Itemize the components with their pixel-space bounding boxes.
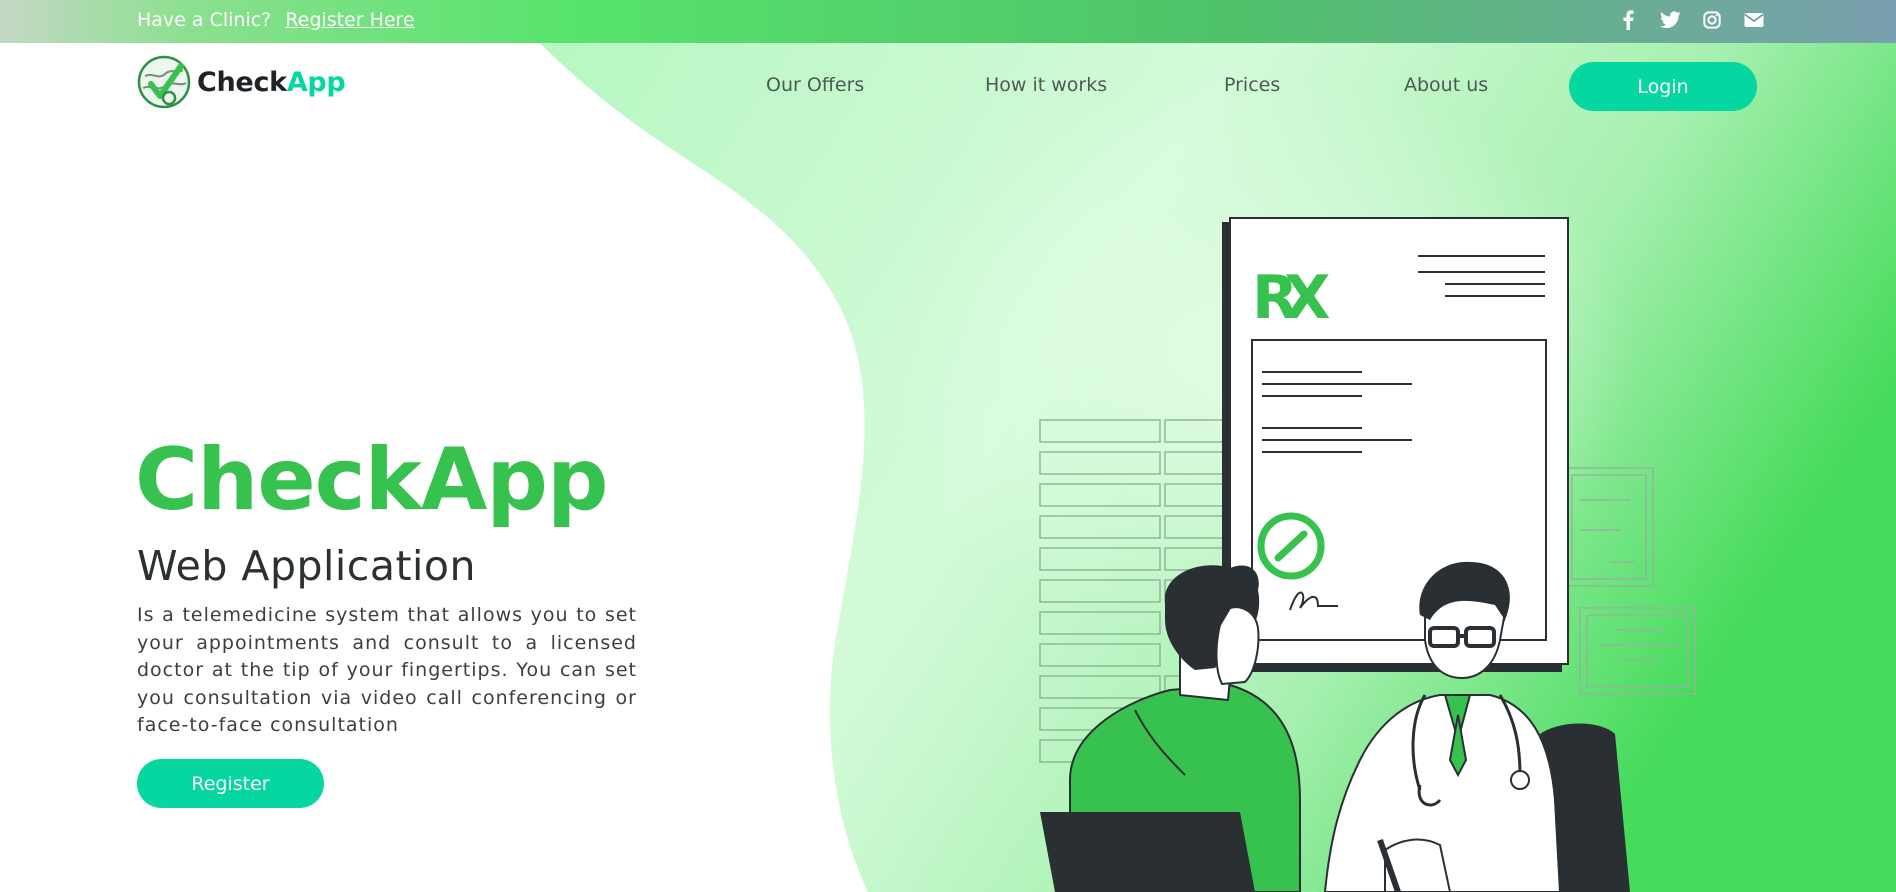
instagram-icon[interactable] xyxy=(1701,9,1723,31)
facebook-icon[interactable] xyxy=(1617,9,1639,31)
certificate-frames xyxy=(1564,467,1696,695)
clinic-question: Have a Clinic? xyxy=(137,9,272,31)
register-button[interactable]: Register xyxy=(137,759,324,808)
brand-name: CheckApp xyxy=(197,66,346,98)
hero-title: CheckApp xyxy=(135,430,609,530)
register-here-link[interactable]: Register Here xyxy=(285,9,414,31)
checkapp-logo-icon xyxy=(137,55,191,109)
envelope-icon[interactable] xyxy=(1743,9,1765,31)
brand-logo[interactable]: CheckApp xyxy=(137,54,346,110)
nav-about-us[interactable]: About us xyxy=(1404,74,1488,96)
top-bar: Have a Clinic? Register Here xyxy=(0,0,1896,43)
hero-description: Is a telemedicine system that allows you… xyxy=(137,604,637,736)
brand-name-part2: App xyxy=(286,66,346,98)
hero-subtitle: Web Application xyxy=(137,542,477,590)
nav-how-it-works[interactable]: How it works xyxy=(985,74,1107,96)
consultation-illustration: RX xyxy=(1039,217,1696,892)
clinic-prompt: Have a Clinic? Register Here xyxy=(137,9,415,31)
social-links xyxy=(1617,9,1765,31)
twitter-icon[interactable] xyxy=(1659,9,1681,31)
brand-name-part1: Check xyxy=(197,66,287,98)
login-button[interactable]: Login xyxy=(1569,62,1757,111)
nav-prices[interactable]: Prices xyxy=(1224,74,1280,96)
nav-our-offers[interactable]: Our Offers xyxy=(766,74,864,96)
